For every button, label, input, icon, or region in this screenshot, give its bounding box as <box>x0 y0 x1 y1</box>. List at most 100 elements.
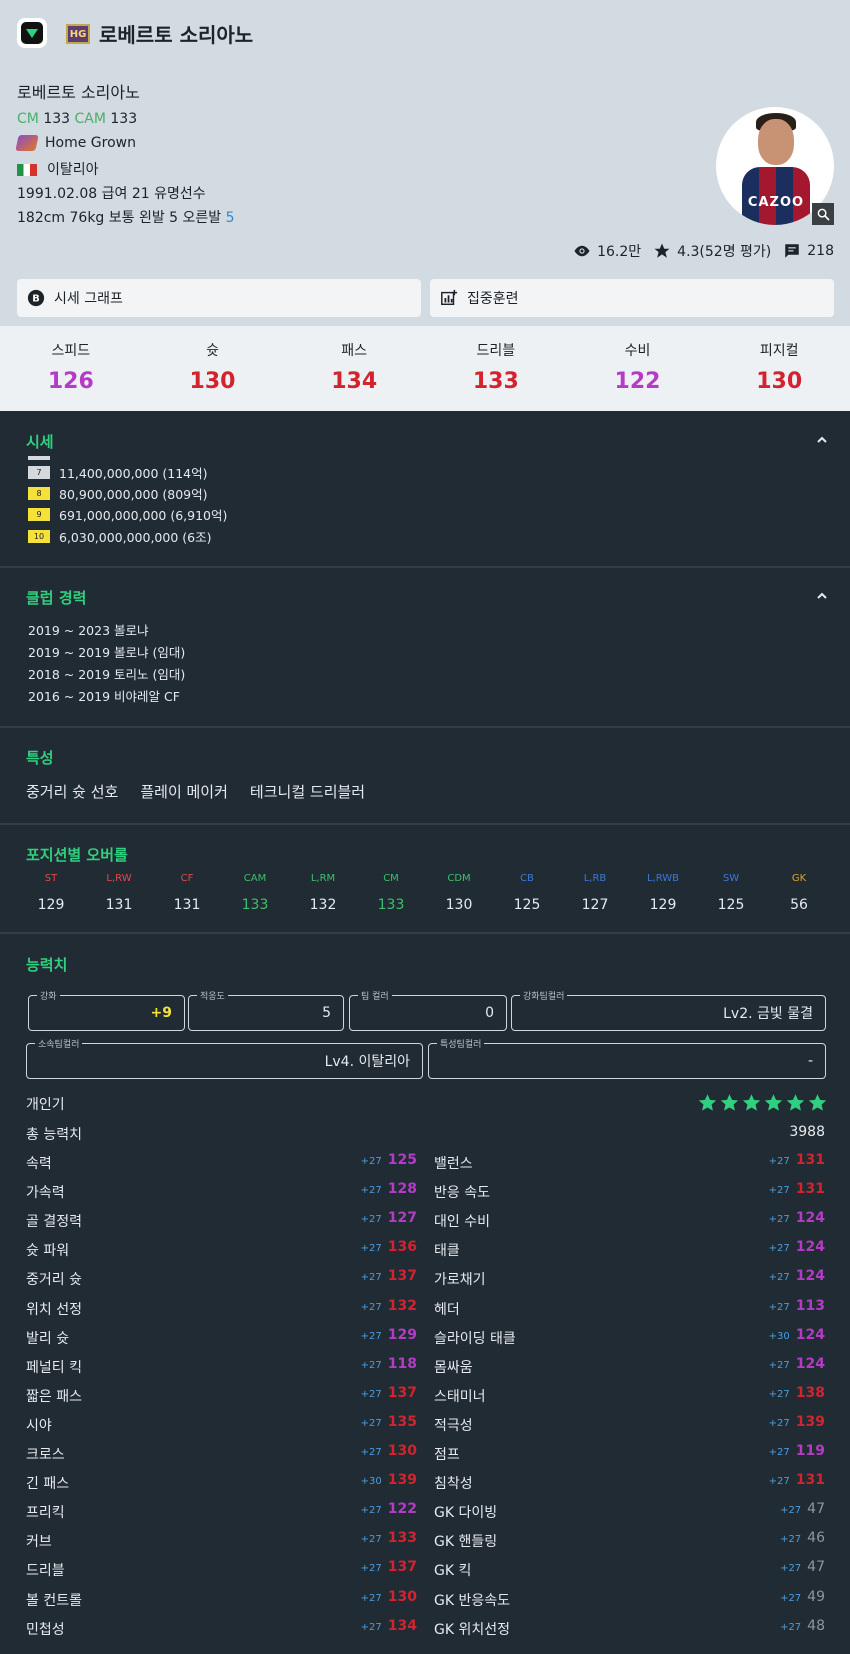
chart-add-icon <box>441 289 458 306</box>
ability-name: 짧은 패스 <box>26 1388 82 1405</box>
ability-value: 138 <box>795 1384 825 1401</box>
ability-value: 122 <box>387 1501 417 1518</box>
ability-value: 125 <box>387 1152 417 1168</box>
popularity-label: 개인기 <box>26 1097 65 1113</box>
ability-value-group: +27 124 <box>769 1268 825 1284</box>
chevron-up-icon[interactable] <box>816 590 828 602</box>
setting-field[interactable]: 팀 컬러 0 <box>349 989 507 1031</box>
position-ovr-value: 125 <box>717 897 745 913</box>
ability-name: 크로스 <box>26 1447 65 1463</box>
setting-field[interactable]: 강화팀컬러 Lv2. 금빛 물결 <box>511 989 826 1031</box>
section-divider <box>0 823 850 825</box>
position-label: CF <box>180 873 194 884</box>
ability-bonus: +27 <box>768 1156 790 1167</box>
setting-field[interactable]: 소속팀컬러 Lv4. 이탈리아 <box>26 1037 423 1079</box>
ability-value-group: +27 129 <box>361 1327 417 1343</box>
overview-stat: 스피드 126 <box>0 326 142 411</box>
ability-value-group: +27 128 <box>361 1181 417 1197</box>
price-value: 691,000,000,000 (6,910억) <box>59 508 228 523</box>
price-graph-button[interactable]: B 시세 그래프 <box>17 279 421 317</box>
ability-bonus: +27 <box>768 1243 790 1255</box>
overview-stat-value: 134 <box>331 369 378 394</box>
field-value: - <box>807 1053 813 1069</box>
ability-name: 점프 <box>434 1447 460 1463</box>
zoom-photo-button[interactable] <box>812 203 834 225</box>
total-ability-label: 총 능력치 <box>26 1127 82 1143</box>
field-legend: 소속팀컬러 <box>35 1037 83 1050</box>
club-history-item: 2018 ~ 2019 토리노 (임대) <box>28 667 186 682</box>
position-label: CAM <box>243 873 267 884</box>
ability-value-group: +27 47 <box>780 1501 825 1517</box>
setting-field[interactable]: 특성팀컬러 - <box>428 1037 826 1079</box>
chevron-up-icon[interactable] <box>816 434 828 446</box>
ability-bonus: +27 <box>360 1214 382 1226</box>
club-history-item: 2016 ~ 2019 비야레알 CF <box>28 689 180 704</box>
ability-value-group: +27 124 <box>769 1210 825 1226</box>
club-history-item: 2019 ~ 2023 볼로냐 <box>28 623 149 638</box>
setting-field[interactable]: 적응도 5 <box>188 989 344 1031</box>
position-label: L,RW <box>106 873 132 884</box>
overview-stat-value: 122 <box>614 369 661 394</box>
star-icon <box>654 243 670 258</box>
player-stats-summary: 16.2만 4.3(52명 평가) 218 <box>573 241 834 261</box>
enhance-level-badge: 8 <box>28 487 50 500</box>
ability-value-group: +27 137 <box>361 1559 417 1575</box>
ability-bonus: +27 <box>360 1534 382 1546</box>
ability-bonus: +27 <box>360 1505 382 1517</box>
enhance-level-badge: 7 <box>28 466 50 479</box>
position-ratings: CM 133 CAM 133 <box>17 111 137 127</box>
ability-name: 속력 <box>26 1156 52 1172</box>
ability-bonus: +27 <box>768 1272 790 1284</box>
ability-name: 볼 컨트롤 <box>26 1592 82 1609</box>
position-ovr-item: CDM 130 <box>425 873 493 913</box>
enhance-level-badge: 10 <box>28 530 50 543</box>
overview-stat: 수비 122 <box>567 326 709 411</box>
ability-bonus: +27 <box>360 1330 382 1342</box>
ability-value: 137 <box>387 1268 417 1285</box>
ability-value-group: +27 139 <box>769 1414 825 1430</box>
position-ovr-item: ST 129 <box>17 873 85 913</box>
setting-field[interactable]: 강화 +9 <box>28 989 185 1031</box>
position-ovr-grid: ST 129 L,RW 131 CF 131 CAM 133 L,RM 132 CM 133 CDM 13… <box>17 873 833 913</box>
ability-value-group: +27 136 <box>361 1239 417 1255</box>
ability-value-group: +27 119 <box>769 1443 825 1459</box>
ability-value-group: +27 118 <box>361 1356 417 1372</box>
app-logo-icon[interactable] <box>17 18 47 48</box>
ability-bonus: +27 <box>360 1447 382 1458</box>
position-label: ST <box>44 873 58 884</box>
ability-name: GK 위치선정 <box>434 1621 510 1638</box>
ability-value-group: +27 122 <box>361 1501 417 1517</box>
ability-value: 139 <box>387 1472 417 1489</box>
position-ovr-value: 127 <box>581 897 609 913</box>
ability-bonus: +27 <box>768 1417 790 1429</box>
ability-value-group: +27 131 <box>769 1181 825 1197</box>
ability-bonus: +27 <box>768 1388 790 1400</box>
field-value: +9 <box>150 1005 172 1021</box>
price-graph-label: 시세 그래프 <box>54 291 123 307</box>
training-button[interactable]: 집중훈련 <box>430 279 834 317</box>
ability-bonus: +27 <box>360 1621 382 1633</box>
ability-value: 118 <box>387 1355 417 1372</box>
overview-stat-label: 슛 <box>206 343 219 359</box>
ability-bonus: +27 <box>360 1359 382 1371</box>
position-ovr-item: CAM 133 <box>221 873 289 913</box>
position-ovr-item: L,RWB 129 <box>629 873 697 913</box>
body-foot-line: 182cm 76kg 보통 왼발 5 오른발 5 <box>17 207 235 227</box>
page-title: 로베르토 소리아노 <box>99 23 254 47</box>
ability-value-group: +27 138 <box>769 1385 825 1401</box>
ability-name: 커브 <box>26 1534 52 1551</box>
ability-value: 46 <box>807 1530 825 1547</box>
overview-stat: 피지컬 130 <box>708 326 850 411</box>
ability-name: 가로채기 <box>434 1272 486 1289</box>
field-legend: 강화 <box>37 989 60 1002</box>
ability-name: 몸싸움 <box>434 1359 473 1376</box>
player-name: 로베르토 소리아노 <box>17 83 140 102</box>
field-value: 0 <box>485 1005 494 1021</box>
overview-stat: 슛 130 <box>142 326 284 411</box>
comment-icon[interactable] <box>783 242 801 260</box>
ability-value: 132 <box>387 1297 417 1314</box>
star-icon <box>698 1094 717 1111</box>
player-header-section: HG 로베르토 소리아노 로베르토 소리아노 CM 133 CAM 133 Ho… <box>0 0 850 411</box>
price-value: 6,030,000,000,000 (6조) <box>59 530 212 545</box>
star-icon <box>808 1094 827 1111</box>
